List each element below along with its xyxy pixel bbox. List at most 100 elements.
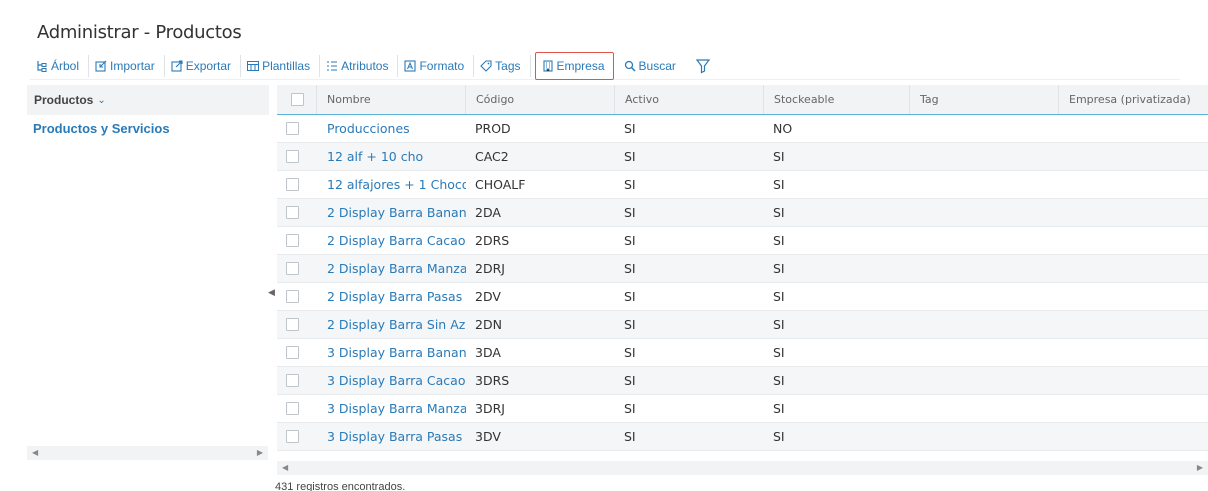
row-checkbox-cell[interactable] — [277, 199, 317, 226]
scroll-right-icon[interactable]: ▶ — [1197, 463, 1203, 472]
format-button[interactable]: Formato — [398, 54, 475, 77]
row-checkbox[interactable] — [286, 206, 299, 219]
row-checkbox[interactable] — [286, 402, 299, 415]
cell-nombre[interactable]: 3 Display Barra Cacao — [317, 367, 466, 394]
search-button[interactable]: Buscar — [618, 55, 685, 77]
toolbar: Árbol Importar Exportar Plantillas Atrib… — [30, 51, 1180, 80]
table-row[interactable]: 12 alfajores + 1 Chocola CHOALF SI SI — [277, 171, 1208, 199]
table-row[interactable]: 2 Display Barra Cacao 2DRS SI SI — [277, 227, 1208, 255]
templates-button-label: Plantillas — [262, 58, 311, 73]
row-checkbox[interactable] — [286, 122, 299, 135]
attributes-icon — [326, 60, 338, 72]
table-row[interactable]: 12 alf + 10 cho CAC2 SI SI — [277, 143, 1208, 171]
row-checkbox[interactable] — [286, 346, 299, 359]
cell-nombre[interactable]: 3 Display Barra Manza — [317, 395, 466, 422]
cell-tag — [910, 311, 1059, 338]
table-row[interactable]: Producciones PROD SI NO — [277, 115, 1208, 143]
row-checkbox-cell[interactable] — [277, 283, 317, 310]
row-checkbox[interactable] — [286, 178, 299, 191]
import-icon — [95, 60, 107, 72]
export-button[interactable]: Exportar — [165, 54, 242, 77]
cell-nombre[interactable]: 2 Display Barra Cacao — [317, 227, 466, 254]
tree-header[interactable]: Productos ⌄ — [27, 85, 269, 115]
row-checkbox-cell[interactable] — [277, 227, 317, 254]
column-header-nombre[interactable]: Nombre — [317, 85, 466, 114]
cell-nombre[interactable]: 2 Display Barra Banan — [317, 199, 466, 226]
table-horizontal-scrollbar[interactable]: ◀ ▶ — [277, 461, 1208, 475]
collapse-panel-icon[interactable]: ◀ — [268, 287, 275, 299]
table-row[interactable]: 3 Display Barra Cacao 3DRS SI SI — [277, 367, 1208, 395]
cell-tag — [910, 339, 1059, 366]
filter-icon[interactable] — [695, 58, 711, 74]
export-button-label: Exportar — [185, 58, 232, 73]
table-row[interactable]: 2 Display Barra Manza 2DRJ SI SI — [277, 255, 1208, 283]
table-row[interactable]: 2 Display Barra Sin Az 2DN SI SI — [277, 311, 1208, 339]
column-header-tag[interactable]: Tag — [910, 85, 1059, 114]
cell-activo: SI — [624, 401, 636, 416]
row-checkbox-cell[interactable] — [277, 171, 317, 198]
row-checkbox-cell[interactable] — [277, 339, 317, 366]
scroll-right-icon[interactable]: ▶ — [257, 448, 263, 457]
row-checkbox[interactable] — [286, 318, 299, 331]
row-checkbox-cell[interactable] — [277, 367, 317, 394]
import-button[interactable]: Importar — [89, 54, 165, 77]
cell-nombre[interactable]: Producciones — [317, 115, 466, 142]
cell-stockeable: SI — [773, 289, 785, 304]
tree-button[interactable]: Árbol — [30, 54, 90, 77]
row-checkbox-cell[interactable] — [277, 115, 317, 142]
row-checkbox-cell[interactable] — [277, 311, 317, 338]
cell-tag — [910, 367, 1059, 394]
attributes-button[interactable]: Atributos — [320, 54, 399, 77]
cell-tag — [910, 143, 1059, 170]
row-checkbox[interactable] — [286, 262, 299, 275]
company-button-label: Empresa — [556, 58, 605, 73]
company-button[interactable]: Empresa — [534, 51, 614, 80]
cell-stockeable: SI — [773, 261, 785, 276]
table-row[interactable]: 3 Display Barra Manza 3DRJ SI SI — [277, 395, 1208, 423]
tree-horizontal-scrollbar[interactable]: ◀ ▶ — [27, 446, 268, 460]
cell-empresa — [1059, 199, 1208, 226]
building-icon — [542, 59, 554, 72]
cell-nombre[interactable]: 2 Display Barra Sin Az — [317, 311, 466, 338]
column-header-activo[interactable]: Activo — [615, 85, 764, 114]
tags-button[interactable]: Tags — [474, 54, 531, 77]
row-checkbox[interactable] — [286, 150, 299, 163]
cell-nombre[interactable]: 2 Display Barra Manza — [317, 255, 466, 282]
table-row[interactable]: 2 Display Barra Pasas 2DV SI SI — [277, 283, 1208, 311]
cell-stockeable: SI — [773, 373, 785, 388]
cell-tag — [910, 171, 1059, 198]
row-checkbox-cell[interactable] — [277, 423, 317, 450]
row-checkbox[interactable] — [286, 374, 299, 387]
page-title: Administrar - Productos — [37, 22, 242, 43]
table-header: Nombre Código Activo Stockeable Tag Empr… — [277, 85, 1208, 115]
row-checkbox-cell[interactable] — [277, 255, 317, 282]
table-row[interactable]: 3 Display Barra Pasas 3DV SI SI — [277, 423, 1208, 451]
cell-empresa — [1059, 367, 1208, 394]
tree-item-productos-servicios[interactable]: Productos y Servicios — [27, 115, 269, 136]
cell-nombre[interactable]: 3 Display Barra Banan — [317, 339, 466, 366]
row-checkbox-cell[interactable] — [277, 395, 317, 422]
table-row[interactable]: 2 Display Barra Banan 2DA SI SI — [277, 199, 1208, 227]
format-icon — [404, 59, 417, 72]
cell-stockeable: SI — [773, 233, 785, 248]
templates-button[interactable]: Plantillas — [241, 54, 321, 77]
column-header-empresa[interactable]: Empresa (privatizada) — [1059, 85, 1208, 114]
cell-tag — [910, 199, 1059, 226]
checkbox[interactable] — [291, 93, 304, 106]
cell-nombre[interactable]: 12 alfajores + 1 Chocola — [317, 171, 466, 198]
row-checkbox[interactable] — [286, 290, 299, 303]
cell-nombre[interactable]: 2 Display Barra Pasas — [317, 283, 466, 310]
column-header-codigo[interactable]: Código — [466, 85, 615, 114]
row-checkbox[interactable] — [286, 234, 299, 247]
table-row[interactable]: 3 Display Barra Banan 3DA SI SI — [277, 339, 1208, 367]
cell-empresa — [1059, 255, 1208, 282]
scroll-left-icon[interactable]: ◀ — [32, 448, 38, 457]
scroll-left-icon[interactable]: ◀ — [282, 463, 288, 472]
row-checkbox-cell[interactable] — [277, 143, 317, 170]
row-checkbox[interactable] — [286, 430, 299, 443]
select-all-checkbox[interactable] — [277, 85, 317, 114]
cell-nombre[interactable]: 12 alf + 10 cho — [317, 143, 466, 170]
cell-nombre[interactable]: 3 Display Barra Pasas — [317, 423, 466, 450]
cell-stockeable: SI — [773, 345, 785, 360]
column-header-stockeable[interactable]: Stockeable — [764, 85, 910, 114]
